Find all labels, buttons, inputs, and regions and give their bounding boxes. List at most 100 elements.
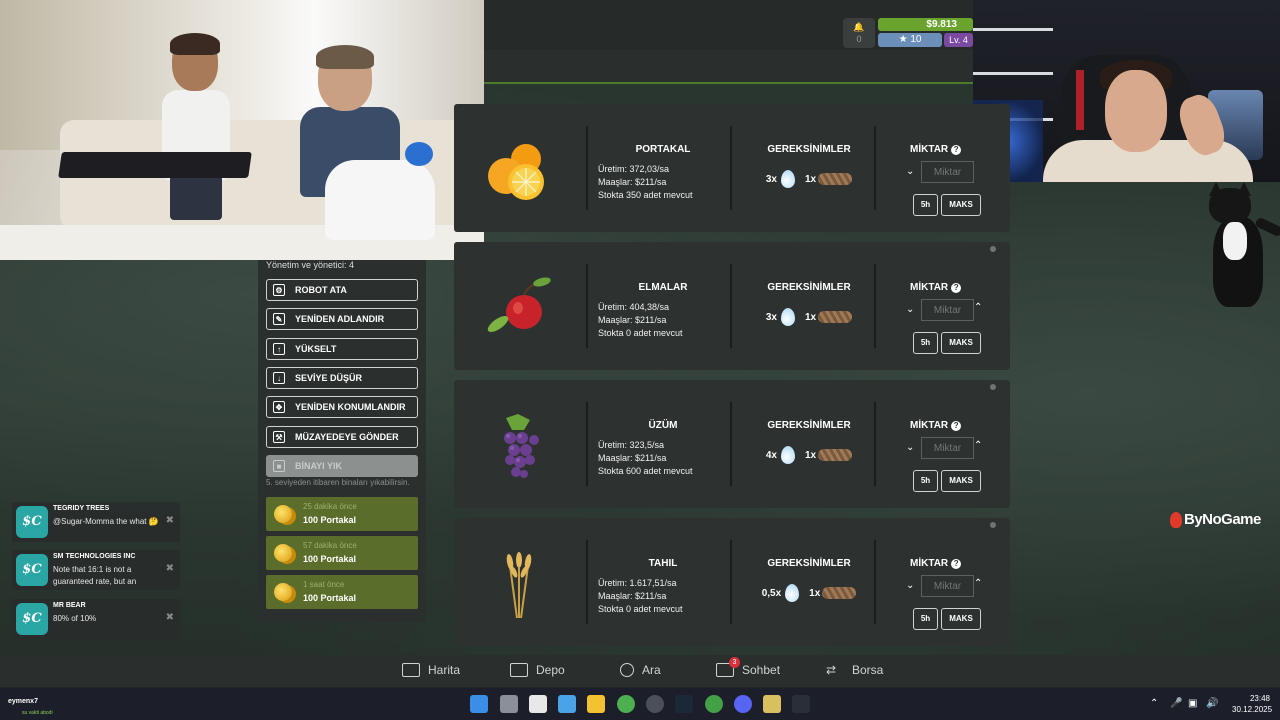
quantity-input[interactable] (921, 299, 974, 321)
chevron-down-icon[interactable]: ⌄ (906, 442, 914, 453)
chat-text: Note that 16:1 is not a guaranteed rate,… (53, 565, 137, 586)
taskview-icon[interactable] (500, 695, 518, 713)
help-icon[interactable]: ? (951, 282, 962, 293)
product-card-grape: ÜZÜM Üretim: 323,5/sa Maaşlar: $211/sa S… (454, 380, 1010, 508)
search-icon (620, 663, 634, 677)
max-button[interactable]: MAKS (941, 332, 981, 354)
upgrade-button[interactable]: ↑ YÜKSELT (266, 338, 418, 360)
downgrade-button[interactable]: ↓ SEVİYE DÜŞÜR (266, 367, 418, 389)
media-icon[interactable] (763, 695, 781, 713)
pin-icon[interactable] (990, 246, 996, 252)
webcam-right (973, 0, 1280, 182)
sponsor-logo: ByNoGame (1170, 511, 1261, 528)
requirements-row: 3x 1x (744, 308, 874, 326)
five-hours-button[interactable]: 5h (913, 194, 938, 216)
network-icon[interactable]: ▣ (1188, 698, 1197, 709)
company-logo: $C (16, 506, 48, 538)
action-label: YENİDEN ADLANDIR (295, 314, 385, 324)
production-rate: Üretim: 1.617,51/sa (598, 578, 677, 588)
water-drop-icon (781, 446, 795, 464)
taskbar-user-status: su vakti abodi (22, 710, 53, 716)
bell-icon: 🔔 (853, 22, 865, 32)
app-icon[interactable] (529, 695, 547, 713)
product-card-apple: ELMALAR Üretim: 404,38/sa Maaşlar: $211/… (454, 242, 1010, 370)
help-icon[interactable]: ? (951, 558, 962, 569)
photos-icon[interactable] (558, 695, 576, 713)
quantity-input[interactable] (921, 575, 974, 597)
taskbar-user: eymenx7 (8, 698, 38, 705)
chevron-up-icon[interactable]: ⌃ (1150, 698, 1158, 709)
wages: Maaşlar: $211/sa (598, 453, 667, 463)
clock[interactable]: 23:48 30.12.2025 (1232, 693, 1272, 715)
chevron-down-icon[interactable]: ⌄ (906, 580, 914, 591)
nav-label: Sohbet (742, 663, 781, 677)
action-label: YÜKSELT (295, 344, 337, 354)
water-drop-icon (781, 308, 795, 326)
wages: Maaşlar: $211/sa (598, 591, 667, 601)
product-name: ELMALAR (638, 282, 688, 293)
close-icon[interactable]: ✖ (166, 515, 174, 526)
pin-icon[interactable] (990, 522, 996, 528)
move-icon: ✥ (273, 401, 285, 413)
nav-label: Ara (642, 663, 661, 677)
max-button[interactable]: MAKS (941, 194, 981, 216)
wheat-icon (506, 552, 532, 618)
wages: Maaşlar: $211/sa (598, 177, 667, 187)
help-icon[interactable]: ? (951, 144, 962, 155)
chevron-up-icon[interactable]: ⌃ (974, 578, 982, 589)
history-amount: 100 Portakal (303, 515, 357, 525)
send-to-auction-button[interactable]: ⚒ MÜZAYEDEYE GÖNDER (266, 426, 418, 448)
demolish-icon: ■ (273, 460, 285, 472)
upgrade-arrow-icon: ↑ (273, 343, 285, 355)
management-label: Yönetim ve yönetici: 4 (266, 260, 355, 270)
mic-icon[interactable]: 🎤 (1170, 698, 1182, 709)
water-amount: 4x (765, 449, 777, 461)
product-card-orange: PORTAKAL Üretim: 372,03/sa Maaşlar: $211… (454, 104, 1010, 232)
orange-icon (488, 144, 544, 200)
nav-chat[interactable]: 3 Sohbet (716, 657, 781, 677)
robot-assign-button[interactable]: ⚙ ROBOT ATA (266, 279, 418, 301)
chevron-down-icon[interactable]: ⌄ (906, 166, 914, 177)
chat-text: 80% of 10% (53, 614, 97, 623)
nav-label: Harita (428, 663, 461, 677)
steam-icon[interactable] (675, 695, 693, 713)
production-rate: Üretim: 404,38/sa (598, 302, 670, 312)
sim-companies-icon[interactable] (792, 695, 810, 713)
action-label: ROBOT ATA (295, 285, 347, 295)
chevron-down-icon[interactable]: ⌄ (906, 304, 914, 315)
notification-button[interactable]: 🔔 0 (843, 18, 875, 48)
seeds-icon (818, 449, 853, 461)
notification-count: 0 (856, 34, 862, 44)
folder-icon[interactable] (587, 695, 605, 713)
chrome-icon[interactable] (617, 695, 635, 713)
five-hours-button[interactable]: 5h (913, 470, 938, 492)
requirements-row: 0,5x 1x (744, 584, 874, 602)
chevron-up-icon[interactable]: ⌃ (974, 302, 982, 313)
max-button[interactable]: MAKS (941, 470, 981, 492)
chrome-alt-icon[interactable] (705, 695, 723, 713)
map-icon (402, 663, 420, 677)
nav-exchange[interactable]: ⇄ Borsa (826, 663, 883, 677)
close-icon[interactable]: ✖ (166, 612, 174, 623)
close-icon[interactable]: ✖ (166, 563, 174, 574)
grape-icon (504, 414, 539, 478)
help-icon[interactable]: ? (951, 420, 962, 431)
history-amount: 100 Portakal (303, 593, 357, 603)
discord-icon[interactable] (734, 695, 752, 713)
quantity-input[interactable] (921, 161, 974, 183)
five-hours-button[interactable]: 5h (913, 332, 938, 354)
five-hours-button[interactable]: 5h (913, 608, 938, 630)
nav-warehouse[interactable]: Depo (510, 663, 565, 677)
chevron-up-icon[interactable]: ⌃ (974, 440, 982, 451)
relocate-button[interactable]: ✥ YENİDEN KONUMLANDIR (266, 396, 418, 418)
pin-icon[interactable] (990, 384, 996, 390)
max-button[interactable]: MAKS (941, 608, 981, 630)
start-icon[interactable] (470, 695, 488, 713)
volume-icon[interactable]: 🔊 (1206, 698, 1218, 709)
nav-map[interactable]: Harita (402, 663, 460, 677)
demolish-button[interactable]: ■ BİNAYI YIK (266, 455, 418, 477)
quantity-input[interactable] (921, 437, 974, 459)
rename-button[interactable]: ✎ YENİDEN ADLANDIR (266, 308, 418, 330)
nav-search[interactable]: Ara (620, 663, 661, 677)
obs-icon[interactable] (646, 695, 664, 713)
